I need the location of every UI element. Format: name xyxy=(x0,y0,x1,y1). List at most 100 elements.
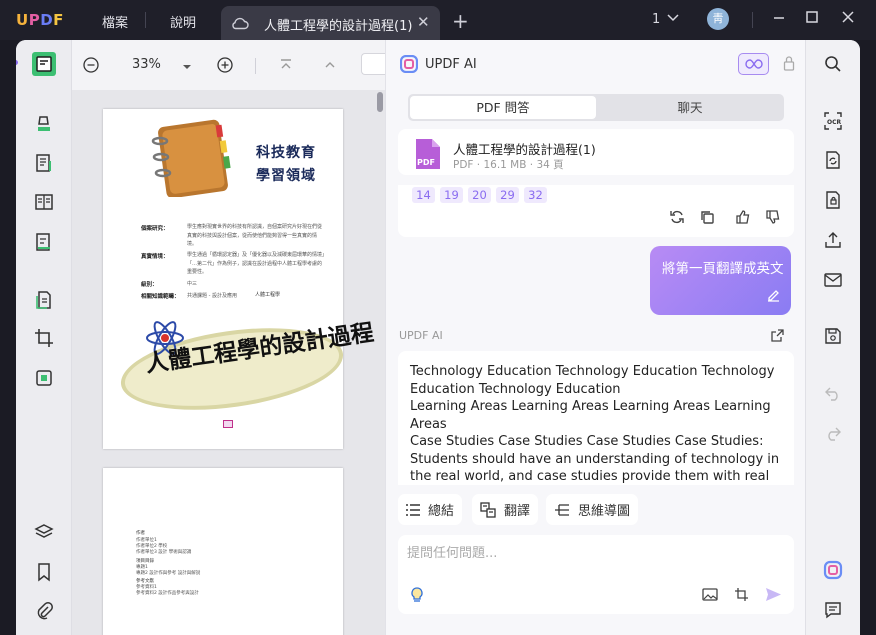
screenshot-crop-icon[interactable] xyxy=(734,587,749,606)
zoom-dropdown-icon[interactable] xyxy=(182,60,192,75)
maximize-icon[interactable] xyxy=(806,10,818,28)
response-paragraph: Case Studies Case Studies Case Studies C… xyxy=(410,434,780,484)
lightbulb-icon[interactable] xyxy=(409,586,425,608)
response-paragraph: Technology Education Technology Educatio… xyxy=(410,364,775,397)
page-reference-chip[interactable]: 20 xyxy=(468,187,491,203)
ocr-icon[interactable]: OCR xyxy=(823,111,843,131)
info-row-text: 中三 xyxy=(187,281,198,287)
protect-icon[interactable] xyxy=(823,190,843,210)
highlighter-icon[interactable] xyxy=(32,112,56,136)
bookmark-icon[interactable] xyxy=(32,560,56,584)
info-row-text: 學生通過「循環認定器」及「優化器以及減碳東屆環華的情境」「…第二代」作為例子，認… xyxy=(187,252,325,275)
pdf-page-1[interactable]: 科技教育 學習領域 個案研究： 學生應對現實世界的科技有所認識，自個案研究片好現… xyxy=(103,109,375,449)
page2-line: 參考資料2 設計作品參考與設計 xyxy=(136,591,199,596)
app-logo: UPDF xyxy=(16,11,64,29)
chat-input-box xyxy=(398,535,794,614)
organize-pages-icon[interactable] xyxy=(32,190,56,214)
pdf-file-icon: PDF xyxy=(416,139,440,169)
ai-mode-tabs: PDF 問答 聊天 xyxy=(408,94,784,121)
avatar[interactable]: 靑 xyxy=(707,8,729,30)
menu-file[interactable]: 檔案 xyxy=(102,12,128,31)
page-heading-line1: 科技教育 xyxy=(256,145,316,161)
zoom-level[interactable]: 33% xyxy=(132,57,161,72)
window-separator xyxy=(752,12,753,28)
page-reference-chip[interactable]: 32 xyxy=(524,187,547,203)
page-reference-chip[interactable]: 29 xyxy=(496,187,519,203)
question-input[interactable] xyxy=(407,543,707,563)
page-heading-line2: 學習領域 xyxy=(256,168,316,184)
window-count[interactable]: 1 xyxy=(652,12,660,27)
comment-icon[interactable] xyxy=(823,600,843,620)
file-card: PDF 人體工程學的設計過程(1) PDF · 16.1 MB · 34 頁 xyxy=(398,129,794,175)
thumbs-up-icon[interactable] xyxy=(735,209,751,229)
layers-icon[interactable] xyxy=(32,520,56,544)
search-icon[interactable] xyxy=(823,54,843,74)
page-tools-icon[interactable] xyxy=(32,288,56,312)
page-number-input[interactable] xyxy=(361,53,385,75)
redo-icon[interactable] xyxy=(823,424,843,444)
main-window: 33% 科技教育 學習領域 個案研究： 學生應對現實世界的科技有所認識，自個案研… xyxy=(16,40,860,635)
tab-chat[interactable]: 聊天 xyxy=(598,96,782,119)
image-icon[interactable] xyxy=(702,587,718,606)
summarize-label: 總結 xyxy=(428,504,455,519)
right-tool-rail: OCR xyxy=(805,40,860,635)
tab-pdf-qa[interactable]: PDF 問答 xyxy=(410,96,596,119)
edit-pdf-icon[interactable] xyxy=(32,151,56,175)
info-row-label: 個案研究： xyxy=(141,226,169,232)
doc-scrollbar[interactable] xyxy=(377,92,383,112)
summarize-button[interactable]: 總結 xyxy=(398,494,463,525)
close-tab-icon[interactable]: ✕ xyxy=(417,13,430,31)
email-icon[interactable] xyxy=(823,270,843,290)
response-paragraph: Learning Areas Learning Areas Learning A… xyxy=(410,399,771,432)
list-icon xyxy=(406,503,420,516)
page-reference-chip[interactable]: 19 xyxy=(440,187,463,203)
page-reference-chip[interactable]: 14 xyxy=(412,187,435,203)
save-icon[interactable] xyxy=(823,326,843,346)
stamp-layer-icon[interactable] xyxy=(32,366,56,390)
zoom-in-icon[interactable] xyxy=(217,57,233,77)
new-tab-icon[interactable]: + xyxy=(452,9,469,33)
first-page-icon[interactable] xyxy=(279,58,293,76)
send-icon[interactable] xyxy=(765,586,782,607)
info-row-text: 人體工程學 xyxy=(255,292,281,298)
form-fill-icon[interactable] xyxy=(32,230,56,254)
thumbs-down-icon[interactable] xyxy=(765,209,781,229)
pdf-page-2[interactable]: 作者 作者單位1 作者單位2 學校 作者單位3 設計 學術與認識 項目目錄 專題… xyxy=(103,468,343,635)
mind-map-icon xyxy=(555,503,569,516)
menu-help[interactable]: 說明 xyxy=(170,12,196,31)
document-tab[interactable]: 人體工程學的設計過程(1) ✕ xyxy=(221,6,440,40)
chevron-down-icon[interactable] xyxy=(667,11,679,29)
page2-line: 作者 xyxy=(136,531,145,536)
regenerate-icon[interactable] xyxy=(669,209,685,229)
cloud-icon xyxy=(231,16,249,34)
crop-icon[interactable] xyxy=(32,326,56,350)
ai-panel-title: UPDF AI xyxy=(425,57,477,72)
zoom-out-icon[interactable] xyxy=(83,57,99,77)
page-marker-icon xyxy=(223,420,233,428)
file-meta: PDF · 16.1 MB · 34 頁 xyxy=(453,159,564,171)
info-row-label: 真實情境： xyxy=(141,254,169,260)
previous-answer-card: 14 19 20 29 32 xyxy=(398,185,794,237)
attachment-icon[interactable] xyxy=(32,599,56,623)
previous-page-icon[interactable] xyxy=(323,58,337,76)
translate-button[interactable]: 翻譯 xyxy=(472,494,539,525)
file-name: 人體工程學的設計過程(1) xyxy=(453,142,596,157)
edit-message-icon[interactable] xyxy=(766,288,781,307)
mind-map-button[interactable]: 思維導圖 xyxy=(546,494,639,525)
document-viewer: 33% 科技教育 學習領域 個案研究： 學生應對現實世界的科技有所認識，自個案研… xyxy=(72,40,385,635)
minimize-icon[interactable] xyxy=(773,10,785,28)
updf-ai-logo-icon xyxy=(399,54,419,77)
mind-map-label: 思維導圖 xyxy=(578,504,631,519)
copy-icon[interactable] xyxy=(699,209,715,229)
reader-mode-icon[interactable] xyxy=(32,52,56,76)
close-window-icon[interactable] xyxy=(842,10,854,28)
title-bar: UPDF 檔案 說明 人體工程學的設計過程(1) ✕ + 1 靑 xyxy=(0,0,876,40)
share-icon[interactable] xyxy=(823,230,843,250)
info-row-text: 共通課題 - 設計及應用 xyxy=(187,293,237,299)
export-icon[interactable] xyxy=(770,328,785,347)
infinity-icon[interactable] xyxy=(738,53,769,75)
undo-icon[interactable] xyxy=(823,384,843,404)
updf-ai-toggle-icon[interactable] xyxy=(823,560,843,580)
convert-icon[interactable] xyxy=(823,150,843,170)
lock-icon[interactable] xyxy=(783,55,795,75)
